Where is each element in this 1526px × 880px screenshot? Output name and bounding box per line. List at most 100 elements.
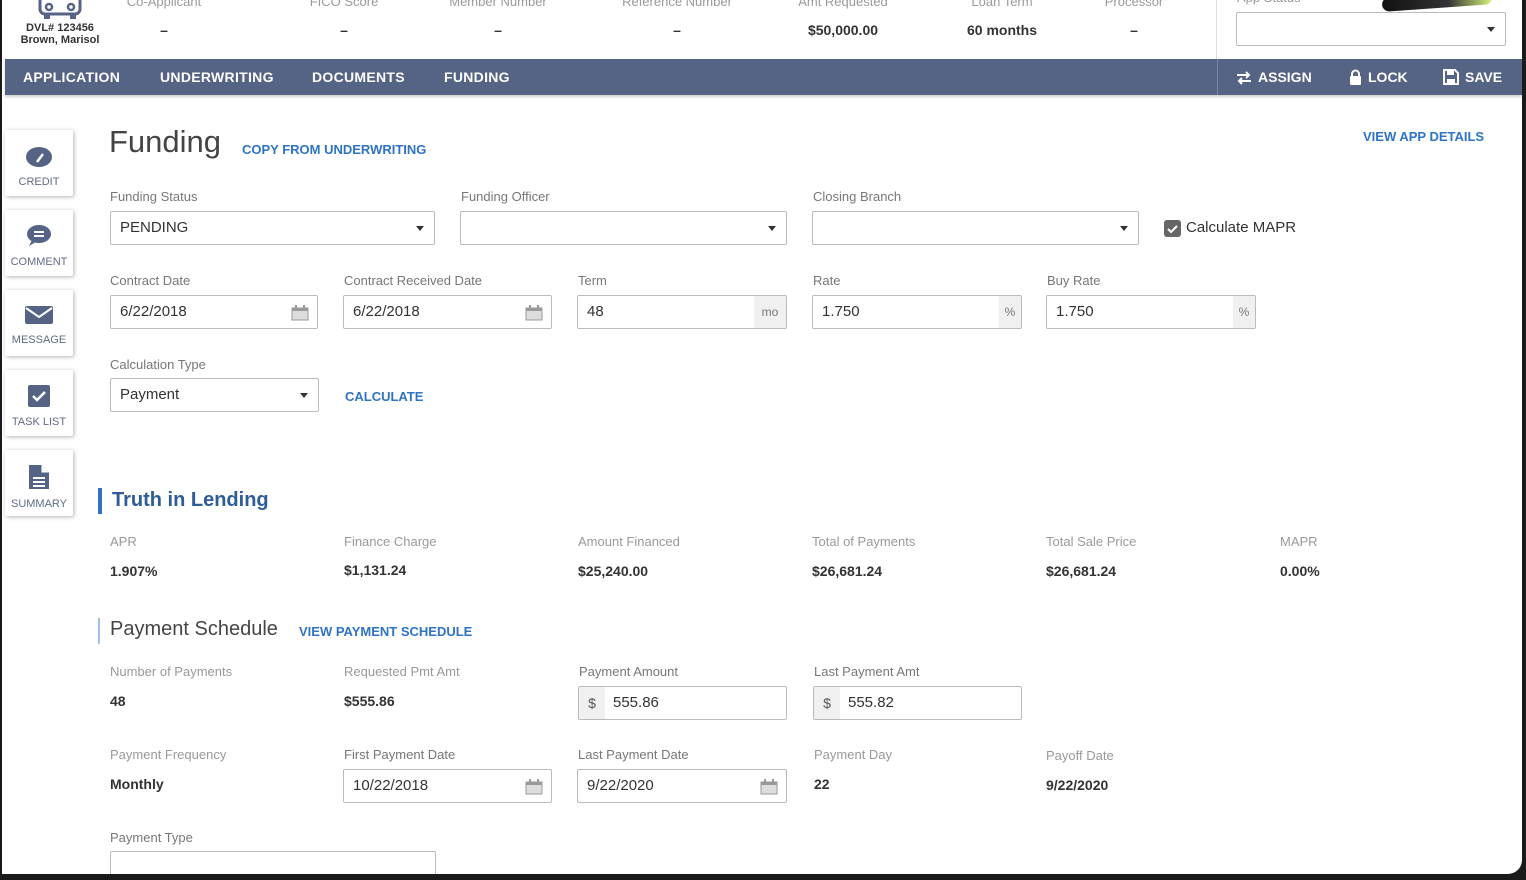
tab-documents[interactable]: DOCUMENTS bbox=[312, 59, 405, 95]
app-status-select[interactable] bbox=[1236, 12, 1506, 46]
header-field-amt-requested: Amt Requested $50,000.00 bbox=[798, 0, 888, 38]
calculate-mapr-label: Calculate MAPR bbox=[1186, 219, 1297, 236]
checkmark-icon bbox=[1167, 225, 1178, 234]
checkbox-checked-icon bbox=[28, 385, 50, 407]
payment-type-select[interactable] bbox=[110, 851, 436, 874]
speedometer-icon bbox=[26, 147, 52, 167]
application-header: DVL# 123456 Brown, Marisol Co-Applicant … bbox=[2, 0, 1522, 59]
rail-message-button[interactable]: MESSAGE bbox=[5, 290, 73, 356]
calendar-icon[interactable] bbox=[525, 305, 543, 321]
finance-charge-label: Finance Charge bbox=[344, 534, 437, 549]
tab-underwriting[interactable]: UNDERWRITING bbox=[160, 59, 274, 95]
currency-prefix: $ bbox=[814, 687, 840, 719]
term-label: Term bbox=[578, 273, 607, 288]
finance-charge-value: $1,131.24 bbox=[344, 562, 407, 578]
lock-button[interactable]: LOCK bbox=[1349, 59, 1408, 95]
funding-status-select[interactable]: PENDING bbox=[110, 211, 435, 245]
calculation-type-label: Calculation Type bbox=[110, 357, 206, 372]
payment-day-value: 22 bbox=[814, 776, 830, 792]
first-payment-date-input[interactable]: 10/22/2018 bbox=[343, 769, 552, 803]
calculation-type-select[interactable]: Payment bbox=[110, 378, 319, 412]
header-field-fico-score: FICO Score – bbox=[309, 0, 379, 38]
tab-funding[interactable]: FUNDING bbox=[444, 59, 510, 95]
save-button[interactable]: SAVE bbox=[1443, 59, 1502, 95]
contract-date-input[interactable]: 6/22/2018 bbox=[110, 295, 318, 329]
view-payment-schedule-link[interactable]: VIEW PAYMENT SCHEDULE bbox=[299, 624, 472, 639]
copy-from-underwriting-link[interactable]: COPY FROM UNDERWRITING bbox=[242, 142, 426, 157]
payment-amount-label: Payment Amount bbox=[579, 664, 678, 679]
calendar-icon[interactable] bbox=[525, 779, 543, 795]
rail-task-list-button[interactable]: TASK LIST bbox=[5, 370, 73, 436]
header-field-loan-term: Loan Term 60 months bbox=[966, 0, 1037, 38]
currency-prefix: $ bbox=[579, 687, 605, 719]
header-field-co-applicant: Co-Applicant – bbox=[126, 0, 202, 38]
total-sale-price-value: $26,681.24 bbox=[1046, 563, 1117, 579]
nav-divider bbox=[1217, 59, 1218, 95]
rate-input[interactable]: 1.750 % bbox=[812, 295, 1022, 329]
mapr-label: MAPR bbox=[1280, 534, 1318, 549]
chevron-down-icon bbox=[1487, 27, 1495, 32]
payment-day-label: Payment Day bbox=[814, 747, 893, 762]
number-of-payments-label: Number of Payments bbox=[110, 664, 233, 679]
closing-branch-label: Closing Branch bbox=[813, 189, 902, 204]
total-of-payments-label: Total of Payments bbox=[812, 534, 916, 549]
header-field-processor: Processor – bbox=[1104, 0, 1164, 38]
apr-value: 1.907% bbox=[110, 563, 158, 579]
rail-summary-button[interactable]: SUMMARY bbox=[5, 450, 73, 516]
requested-pmt-amt-value: $555.86 bbox=[344, 693, 395, 709]
calendar-icon[interactable] bbox=[760, 779, 778, 795]
main-nav: APPLICATION UNDERWRITING DOCUMENTS FUNDI… bbox=[5, 59, 1522, 95]
swap-arrows-icon bbox=[1237, 71, 1251, 85]
mapr-value: 0.00% bbox=[1280, 563, 1320, 579]
contract-received-date-input[interactable]: 6/22/2018 bbox=[343, 295, 552, 329]
payment-type-label: Payment Type bbox=[110, 830, 193, 845]
schedule-section-marker bbox=[98, 618, 100, 644]
amount-financed-value: $25,240.00 bbox=[578, 563, 649, 579]
funding-officer-select[interactable] bbox=[460, 211, 787, 245]
page-title: Funding bbox=[109, 124, 222, 159]
comment-bubble-icon bbox=[27, 225, 51, 246]
buy-rate-input[interactable]: 1.750 % bbox=[1046, 295, 1256, 329]
payoff-date-label: Payoff Date bbox=[1046, 748, 1114, 763]
til-section-marker bbox=[98, 488, 102, 514]
contract-date-label: Contract Date bbox=[110, 273, 191, 288]
apr-label: APR bbox=[110, 534, 137, 549]
applicant-name: Brown, Marisol bbox=[20, 34, 100, 46]
app-window: DVL# 123456 Brown, Marisol Co-Applicant … bbox=[2, 0, 1522, 874]
closing-branch-select[interactable] bbox=[812, 211, 1139, 245]
rate-unit: % bbox=[999, 296, 1021, 328]
dvl-number: DVL# 123456 bbox=[26, 22, 94, 34]
term-input[interactable]: 48 mo bbox=[577, 295, 787, 329]
side-rail: CREDIT COMMENT MESSAGE TASK LIST SUMMARY bbox=[5, 130, 75, 530]
chevron-down-icon bbox=[300, 393, 308, 398]
payment-schedule-heading: Payment Schedule bbox=[110, 618, 278, 640]
first-payment-date-label: First Payment Date bbox=[344, 747, 456, 762]
payment-frequency-value: Monthly bbox=[110, 776, 164, 792]
view-app-details-link[interactable]: VIEW APP DETAILS bbox=[1363, 129, 1484, 144]
total-sale-price-label: Total Sale Price bbox=[1046, 534, 1137, 549]
vehicle-logo: DVL# 123456 Brown, Marisol bbox=[10, 0, 110, 46]
calendar-icon[interactable] bbox=[291, 305, 309, 321]
assign-button[interactable]: ASSIGN bbox=[1236, 59, 1312, 95]
payoff-date-value: 9/22/2020 bbox=[1046, 777, 1109, 793]
header-field-reference-number: Reference Number – bbox=[622, 0, 732, 38]
floppy-disk-icon bbox=[1443, 69, 1459, 85]
calculate-button[interactable]: CALCULATE bbox=[345, 389, 423, 404]
funding-status-label: Funding Status bbox=[110, 189, 198, 204]
calculate-mapr-checkbox[interactable] bbox=[1164, 220, 1181, 237]
funding-officer-label: Funding Officer bbox=[461, 189, 550, 204]
term-unit: mo bbox=[754, 296, 786, 328]
last-payment-amt-input[interactable]: $ 555.82 bbox=[813, 686, 1022, 720]
amount-financed-label: Amount Financed bbox=[578, 534, 680, 549]
chevron-down-icon bbox=[416, 226, 424, 231]
chevron-down-icon bbox=[1120, 226, 1128, 231]
buy-rate-unit: % bbox=[1233, 296, 1255, 328]
requested-pmt-amt-label: Requested Pmt Amt bbox=[344, 664, 460, 679]
last-payment-date-input[interactable]: 9/22/2020 bbox=[577, 769, 787, 803]
rail-credit-button[interactable]: CREDIT bbox=[5, 130, 73, 196]
rail-comment-button[interactable]: COMMENT bbox=[5, 210, 73, 276]
tab-application[interactable]: APPLICATION bbox=[23, 59, 120, 95]
payment-amount-input[interactable]: $ 555.86 bbox=[578, 686, 787, 720]
payment-frequency-label: Payment Frequency bbox=[110, 747, 227, 762]
chevron-down-icon bbox=[768, 226, 776, 231]
